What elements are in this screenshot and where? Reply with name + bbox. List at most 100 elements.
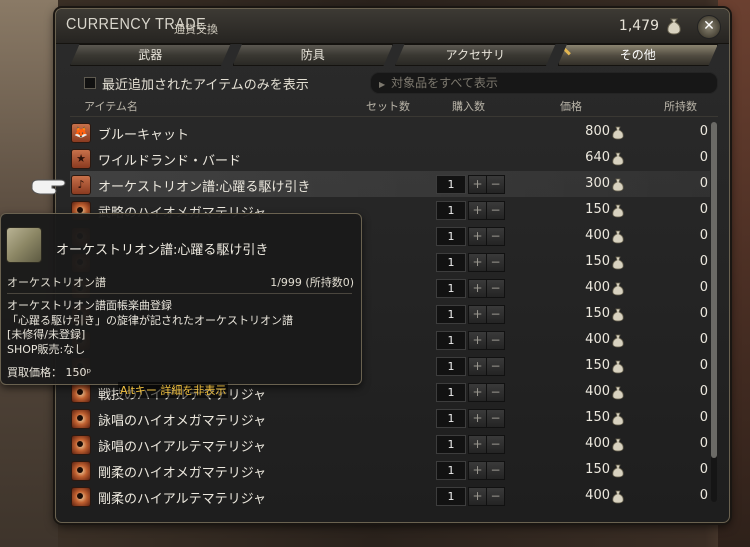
minus-button[interactable]: − — [486, 461, 505, 480]
minus-button[interactable]: − — [486, 175, 505, 194]
tooltip-divider — [7, 293, 352, 294]
item-price: 150 — [585, 202, 610, 217]
minus-button[interactable]: − — [486, 435, 505, 454]
header-item-name: アイテム名 — [84, 100, 138, 113]
quantity-input[interactable]: 1 — [436, 409, 466, 428]
plus-button[interactable]: + — [468, 279, 487, 298]
minus-button[interactable]: − — [486, 357, 505, 376]
quantity-input[interactable]: 1 — [436, 253, 466, 272]
gil-bag-icon — [611, 151, 625, 166]
close-icon[interactable]: ✕ — [697, 15, 721, 39]
item-price: 400 — [585, 228, 610, 243]
item-row[interactable]: ♪ オーケストリオン譜:心躍る駆け引き 1 + − 300 0 — [70, 171, 710, 197]
tooltip-desc-line: [未修得/未登録] — [7, 328, 86, 341]
plus-button[interactable]: + — [468, 383, 487, 402]
owned-count: 0 — [699, 280, 708, 295]
minus-button[interactable]: − — [486, 383, 505, 402]
quantity-input[interactable]: 1 — [436, 201, 466, 220]
gil-bag-icon — [611, 359, 625, 374]
plus-button[interactable]: + — [468, 253, 487, 272]
plus-button[interactable]: + — [468, 331, 487, 350]
quantity-input[interactable]: 1 — [436, 331, 466, 350]
item-name: ブルーキャット — [98, 128, 190, 143]
materia-icon — [71, 383, 91, 403]
materia-icon — [71, 409, 91, 429]
materia-icon — [71, 435, 91, 455]
minus-button[interactable]: − — [486, 227, 505, 246]
minus-button[interactable]: − — [486, 279, 505, 298]
gil-bag-icon — [611, 229, 625, 244]
tab-label: 防具 — [300, 48, 325, 62]
item-price: 400 — [585, 384, 610, 399]
plus-button[interactable]: + — [468, 487, 487, 506]
minus-button[interactable]: − — [486, 201, 505, 220]
item-price: 150 — [585, 462, 610, 477]
quantity-input[interactable]: 1 — [436, 175, 466, 194]
gil-bag-icon — [611, 411, 625, 426]
column-headers: アイテム名 セット数 購入数 価格 所持数 — [70, 98, 718, 114]
minus-button[interactable]: − — [486, 253, 505, 272]
item-price: 400 — [585, 436, 610, 451]
tab-other[interactable]: その他 — [557, 44, 718, 66]
plus-button[interactable]: + — [468, 461, 487, 480]
plus-button[interactable]: + — [468, 201, 487, 220]
gil-amount: 1,479 — [618, 18, 659, 34]
category-tabs: 武器 防具 アクセサリ その他 — [70, 44, 718, 66]
gil-bag-icon — [611, 307, 625, 322]
header-divider — [70, 116, 718, 117]
quantity-input[interactable]: 1 — [436, 461, 466, 480]
owned-count: 0 — [699, 410, 708, 425]
plus-button[interactable]: + — [468, 175, 487, 194]
plus-button[interactable]: + — [468, 357, 487, 376]
recent-only-checkbox[interactable] — [84, 77, 96, 89]
gil-bag-icon — [611, 463, 625, 478]
quantity-input[interactable]: 1 — [436, 435, 466, 454]
tab-label: アクセサリ — [445, 48, 505, 62]
minus-button[interactable]: − — [486, 487, 505, 506]
fox-icon: 🦊 — [71, 123, 91, 143]
owned-count: 0 — [699, 124, 708, 139]
tooltip-category: オーケストリオン譜 — [7, 276, 106, 289]
item-price: 400 — [585, 280, 610, 295]
active-tab-marker — [562, 47, 571, 56]
quantity-input[interactable]: 1 — [436, 487, 466, 506]
tab-label: その他 — [619, 48, 656, 62]
quantity-input[interactable]: 1 — [436, 383, 466, 402]
minus-button[interactable]: − — [486, 409, 505, 428]
plus-button[interactable]: + — [468, 435, 487, 454]
plus-button[interactable]: + — [468, 409, 487, 428]
item-row[interactable]: ★ ワイルドランド・バード 640 0 — [70, 145, 710, 171]
item-row[interactable]: 剛柔のハイオメガマテリジャ 1 + − 150 0 — [70, 457, 710, 483]
item-row[interactable]: 剛柔のハイアルテマテリジャ 1 + − 400 0 — [70, 483, 710, 509]
gil-bag-icon — [611, 385, 625, 400]
show-all-label: 対象品をすべて表示 — [391, 76, 498, 90]
item-row[interactable]: 🦊 ブルーキャット 800 0 — [70, 119, 710, 145]
scroll-thumb[interactable] — [711, 122, 717, 458]
tooltip-desc-line: 「心躍る駆け引き」の旋律が記されたオーケストリオン譜 — [7, 313, 293, 327]
scrollbar[interactable] — [711, 122, 717, 502]
show-all-dropdown[interactable]: ▶ 対象品をすべて表示 — [370, 72, 718, 94]
tab-accessories[interactable]: アクセサリ — [395, 44, 556, 66]
tab-weapons[interactable]: 武器 — [70, 44, 231, 66]
owned-count: 0 — [699, 176, 708, 191]
item-row[interactable]: 詠唱のハイアルテマテリジャ 1 + − 400 0 — [70, 431, 710, 457]
item-row[interactable]: 詠唱のハイオメガマテリジャ 1 + − 150 0 — [70, 405, 710, 431]
plus-button[interactable]: + — [468, 227, 487, 246]
item-price: 400 — [585, 332, 610, 347]
minus-button[interactable]: − — [486, 331, 505, 350]
tab-armor[interactable]: 防具 — [232, 44, 393, 66]
quantity-input[interactable]: 1 — [436, 227, 466, 246]
tooltip-desc-line: SHOP販売:なし — [7, 342, 86, 356]
plus-button[interactable]: + — [468, 305, 487, 324]
minus-button[interactable]: − — [486, 305, 505, 324]
gil-bag-icon — [611, 333, 625, 348]
quantity-input[interactable]: 1 — [436, 357, 466, 376]
gil-bag-icon — [611, 203, 625, 218]
window-subtitle: 通貨交換 — [174, 23, 218, 36]
quantity-input[interactable]: 1 — [436, 305, 466, 324]
quantity-input[interactable]: 1 — [436, 279, 466, 298]
gil-bag-icon — [611, 125, 625, 140]
title-bar[interactable]: CURRENCY TRADE 通貨交換 1,479 ✕ — [56, 9, 729, 44]
item-price: 300 — [585, 176, 610, 191]
orchestrion-roll-icon — [6, 227, 42, 263]
